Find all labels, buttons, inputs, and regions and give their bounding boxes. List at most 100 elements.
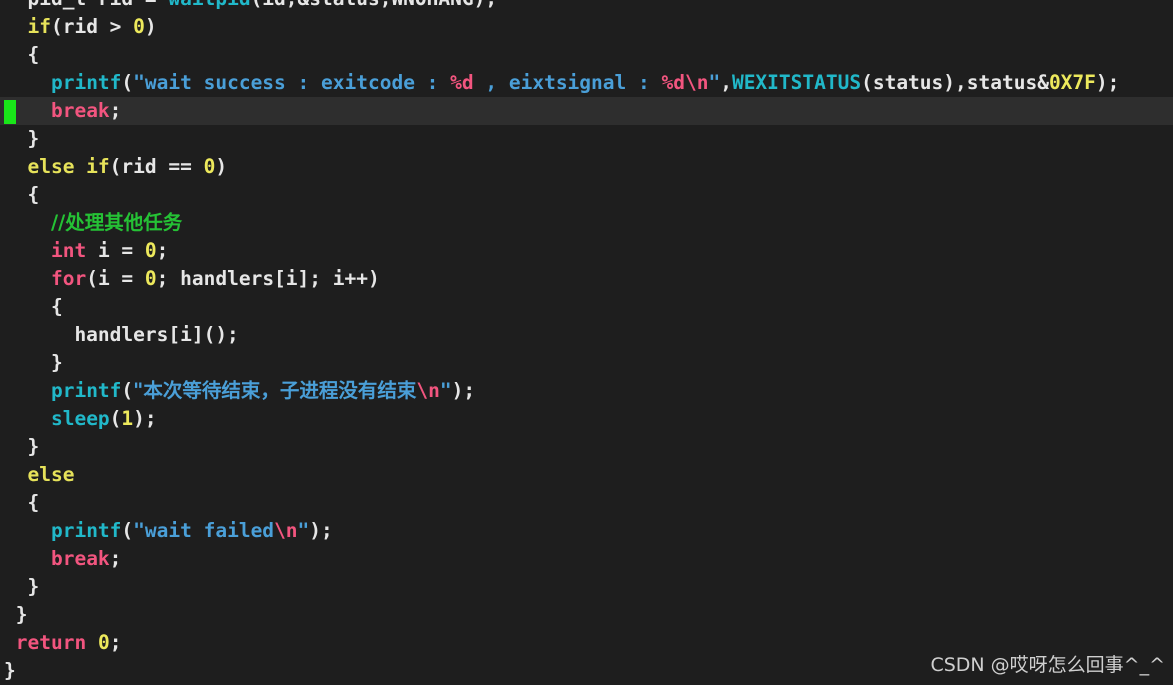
code-token: { — [4, 491, 40, 514]
code-token: (rid == — [109, 155, 204, 178]
code-token: break — [50, 99, 110, 122]
code-token: ) — [215, 155, 228, 178]
code-token: //处理其他任务 — [50, 211, 183, 234]
code-line[interactable]: } — [0, 573, 1173, 601]
code-token: (i = — [86, 267, 145, 290]
code-token: ); — [1095, 71, 1120, 94]
code-token: for — [50, 267, 87, 290]
code-line[interactable]: break; — [0, 97, 1173, 125]
code-token: waitpid — [168, 0, 250, 10]
code-token: ( — [109, 407, 122, 430]
code-token: ); — [133, 407, 157, 430]
code-line[interactable]: int i = 0; — [0, 237, 1173, 265]
code-token: } — [4, 575, 40, 598]
code-token: int — [50, 239, 87, 262]
code-token: %d\n — [661, 71, 709, 94]
csdn-watermark: CSDN @哎呀怎么回事^_^ — [930, 654, 1165, 676]
code-token: ( — [121, 519, 134, 542]
code-token: } — [4, 351, 63, 374]
code-token: else if — [27, 155, 110, 178]
code-token: printf — [50, 379, 122, 402]
code-token: ); — [309, 519, 333, 542]
code-token: (status),status& — [861, 71, 1049, 94]
cursor-line-marker — [4, 100, 16, 124]
code-token: return — [15, 631, 87, 654]
code-line[interactable]: } — [0, 433, 1173, 461]
code-line[interactable]: printf("wait failed\n"); — [0, 517, 1173, 545]
code-line[interactable]: { — [0, 41, 1173, 69]
code-line[interactable]: } — [0, 601, 1173, 629]
code-token: (rid > — [50, 15, 134, 38]
code-token: } — [4, 603, 28, 626]
code-line[interactable]: if(rid > 0) — [0, 13, 1173, 41]
code-token: { — [4, 295, 63, 318]
code-line[interactable]: else if(rid == 0) — [0, 153, 1173, 181]
code-token: { — [4, 43, 40, 66]
code-token: " — [439, 379, 452, 402]
code-token: , — [720, 71, 732, 94]
code-token: , eixtsignal : — [473, 71, 662, 94]
code-token: } — [4, 435, 40, 458]
code-token: "本次等待结束，子进程没有结束 — [133, 379, 417, 402]
code-token: break — [50, 547, 110, 570]
code-token: ( — [121, 71, 134, 94]
code-line[interactable]: //处理其他任务 — [0, 209, 1173, 237]
code-token: ; — [156, 239, 169, 262]
code-line[interactable]: { — [0, 181, 1173, 209]
code-line[interactable]: break; — [0, 545, 1173, 573]
code-token: 1 — [121, 407, 134, 430]
code-token: " — [297, 519, 310, 542]
code-token: i = — [86, 239, 145, 262]
code-token: printf — [50, 519, 122, 542]
code-token: } — [4, 659, 16, 682]
code-line[interactable]: for(i = 0; handlers[i]; i++) — [0, 265, 1173, 293]
code-line[interactable]: printf("wait success : exitcode : %d , e… — [0, 69, 1173, 97]
code-line[interactable]: } — [0, 125, 1173, 153]
code-token: "wait success : exitcode : — [133, 71, 451, 94]
code-token: ; handlers[i]; i++) — [156, 267, 380, 290]
code-token: 0 — [203, 155, 216, 178]
code-token: 0X7F — [1048, 71, 1096, 94]
code-line[interactable]: handlers[i](); — [0, 321, 1173, 349]
code-token: \n — [416, 379, 440, 402]
code-token: 0 — [133, 15, 145, 38]
code-token: ; — [109, 547, 122, 570]
code-line[interactable]: { — [0, 489, 1173, 517]
code-token: "wait failed — [133, 519, 275, 542]
code-token: ) — [144, 15, 157, 38]
code-token: ); — [451, 379, 476, 402]
code-token: 0 — [97, 631, 110, 654]
code-token: ; — [109, 99, 122, 122]
code-line[interactable]: { — [0, 293, 1173, 321]
code-editor[interactable]: pid_t rid = waitpid(id,&status,WNOHANG);… — [0, 0, 1173, 685]
code-line[interactable]: } — [0, 349, 1173, 377]
code-token: 0 — [144, 239, 157, 262]
code-token: WEXITSTATUS — [731, 71, 862, 94]
code-token: { — [4, 183, 40, 206]
code-token: printf — [50, 71, 122, 94]
code-token: } — [4, 127, 40, 150]
code-token: 0 — [144, 267, 157, 290]
code-line[interactable]: pid_t rid = waitpid(id,&status,WNOHANG); — [0, 0, 1173, 13]
code-token: ; — [109, 631, 122, 654]
code-token: handlers[i](); — [4, 323, 239, 346]
code-token: " — [708, 71, 721, 94]
code-line[interactable]: printf("本次等待结束，子进程没有结束\n"); — [0, 377, 1173, 405]
code-line[interactable]: else — [0, 461, 1173, 489]
code-token: else — [27, 463, 75, 486]
code-token: pid_t rid = — [4, 0, 168, 10]
code-line[interactable]: sleep(1); — [0, 405, 1173, 433]
